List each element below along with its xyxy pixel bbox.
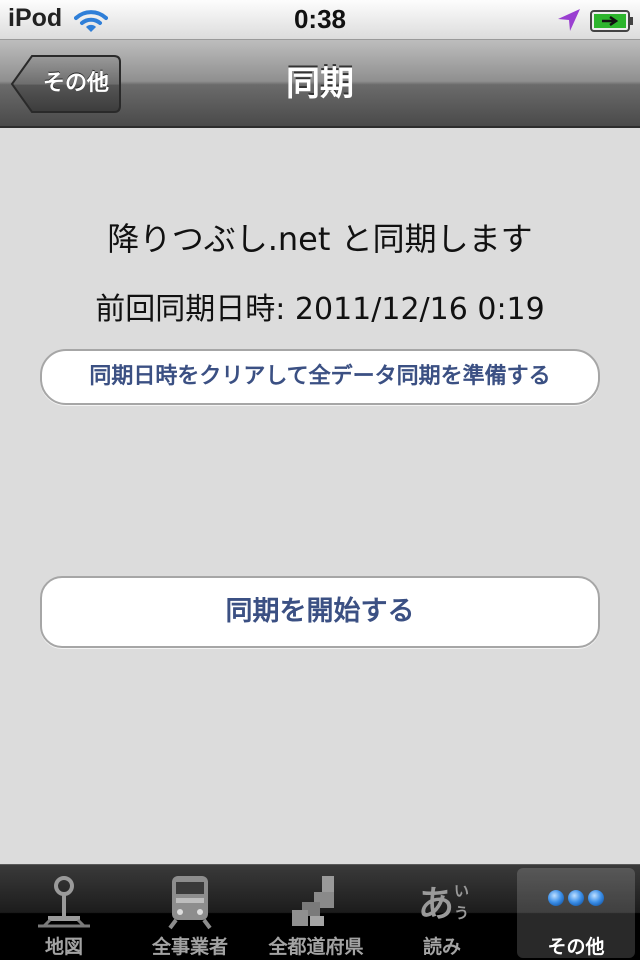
start-sync-button[interactable]: 同期を開始する: [40, 576, 600, 648]
location-arrow-icon: [556, 7, 582, 37]
tab-label: 地図: [44, 936, 83, 958]
hiragana-reading-icon: あ い う: [412, 874, 472, 930]
tab-bar: 地図 全事業者 全都道府県 あ い う 読み その他: [0, 864, 640, 960]
tab-map[interactable]: 地図: [5, 868, 123, 958]
tab-label: 読み: [422, 936, 461, 958]
page-title: 同期: [286, 64, 354, 104]
train-icon: [160, 874, 220, 930]
back-button[interactable]: その他: [10, 54, 122, 114]
status-bar: iPod 0:38: [0, 0, 640, 40]
navigation-bar: その他 同期: [0, 40, 640, 128]
svg-text:い: い: [454, 882, 469, 900]
tab-label: その他: [547, 936, 605, 958]
sync-message: 降りつぶし.net と同期します: [107, 220, 533, 258]
prefecture-blocks-icon: [286, 874, 346, 930]
svg-text:う: う: [454, 904, 469, 922]
more-dots-icon: [546, 874, 606, 930]
last-sync-datetime: 前回同期日時: 2011/12/16 0:19: [95, 292, 545, 327]
back-button-label: その他: [42, 71, 109, 96]
sync-content: 降りつぶし.net と同期します 前回同期日時: 2011/12/16 0:19…: [0, 130, 640, 864]
clear-sync-date-button[interactable]: 同期日時をクリアして全データ同期を準備する: [40, 349, 600, 405]
railway-signal-icon: [34, 874, 94, 930]
tab-all-prefectures[interactable]: 全都道府県: [257, 868, 375, 958]
tab-more[interactable]: その他: [517, 868, 635, 958]
tab-label: 全都道府県: [268, 936, 364, 958]
svg-text:あ: あ: [418, 884, 454, 925]
status-time: 0:38: [293, 4, 347, 34]
tab-reading[interactable]: あ い う 読み: [383, 868, 501, 958]
battery-charging-icon: [590, 10, 634, 36]
tab-label: 全事業者: [151, 936, 228, 958]
tab-all-operators[interactable]: 全事業者: [131, 868, 249, 958]
